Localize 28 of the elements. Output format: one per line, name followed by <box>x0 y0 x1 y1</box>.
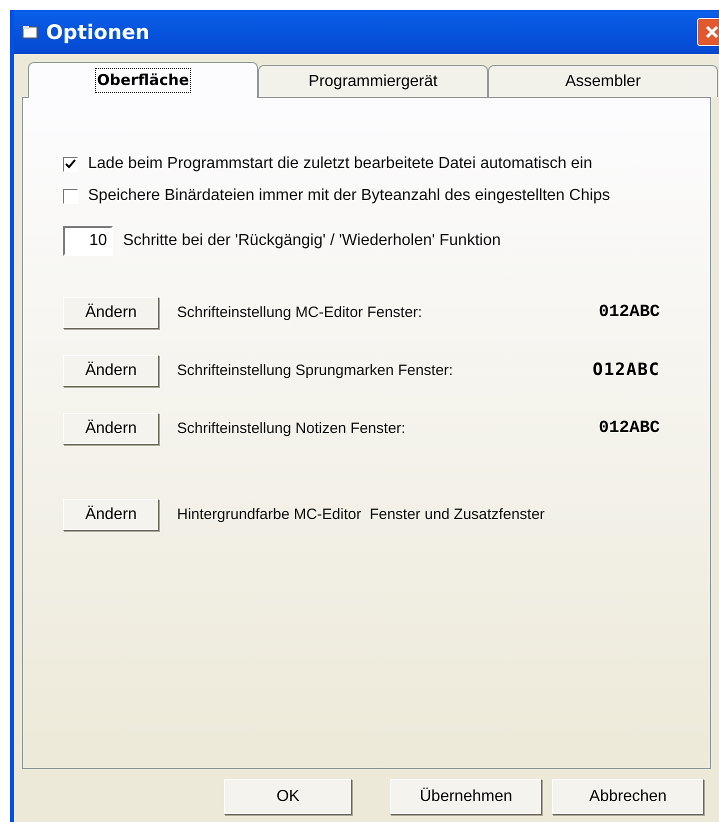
dialog-button[interactable]: OK <box>224 779 352 815</box>
setting-label: Schrifteinstellung Sprungmarken Fenster: <box>177 360 454 381</box>
setting-label: Schrifteinstellung MC-Editor Fenster: <box>177 302 424 323</box>
dialog-button[interactable]: Abbrechen <box>552 779 704 815</box>
change-button[interactable]: Ändern <box>63 355 159 387</box>
change-button[interactable]: Ändern <box>63 297 159 329</box>
steps-label: Schritte bei der 'Rückgängig' / 'Wiederholen' Funktion <box>123 231 501 251</box>
checkbox[interactable] <box>63 188 78 204</box>
setting-label: Hintergrundfarbe MC-Editor Fenster und Zusatzfenster <box>177 504 545 525</box>
font-sample: O12ABC <box>592 359 660 382</box>
close-button[interactable] <box>697 18 719 46</box>
tab[interactable]: Oberfläche <box>28 62 258 98</box>
tab[interactable]: Assembler <box>488 65 718 97</box>
checkbox-label: Lade beim Programmstart die zuletzt bearbeitete Datei automatisch ein <box>88 154 592 174</box>
window-title: Optionen <box>46 19 150 46</box>
check-icon <box>65 159 76 169</box>
tab[interactable]: Programmiergerät <box>258 65 488 97</box>
change-button[interactable]: Ändern <box>63 499 159 531</box>
window-icon <box>22 25 38 39</box>
dialog-button[interactable]: Übernehmen <box>390 779 542 815</box>
setting-label: Schrifteinstellung Notizen Fenster: <box>177 418 406 439</box>
change-button[interactable]: Ändern <box>63 413 159 445</box>
checkbox[interactable] <box>63 156 78 172</box>
font-sample: 012ABC <box>598 302 660 324</box>
font-sample: 012ABC <box>598 418 660 440</box>
close-icon <box>705 25 719 39</box>
checkbox-label: Speichere Binärdateien immer mit der Byteanzahl des eingestellten Chips <box>88 186 610 206</box>
steps-field[interactable]: 10 <box>63 226 113 256</box>
